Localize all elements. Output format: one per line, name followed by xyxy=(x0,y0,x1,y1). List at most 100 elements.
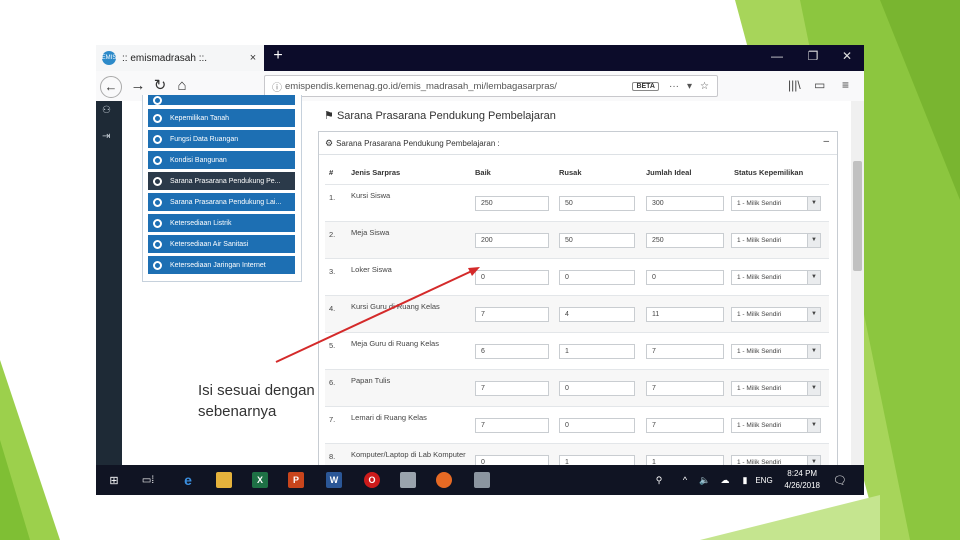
baik-input[interactable]: 250 xyxy=(475,196,549,211)
opera-icon[interactable]: O xyxy=(364,472,380,488)
powerpoint-icon[interactable]: P xyxy=(288,472,304,488)
windows-start-icon[interactable]: ⊞ xyxy=(104,471,124,489)
column-header: # xyxy=(329,167,334,177)
annotation-line-2: sebenarnya xyxy=(198,403,277,420)
jumlah-ideal-input[interactable]: 7 xyxy=(646,418,724,433)
baik-input[interactable]: 6 xyxy=(475,344,549,359)
jenis-sarpras: Meja Guru di Ruang Kelas xyxy=(351,339,439,348)
status-kepemilikan-select[interactable]: 1 - Milik Sendiri ▼ xyxy=(731,270,821,285)
app-left-strip: ⚇ ⇥ xyxy=(96,101,122,465)
status-kepemilikan-select[interactable]: 1 - Milik Sendiri ▼ xyxy=(731,307,821,322)
page-scrollbar[interactable] xyxy=(851,101,864,465)
rusak-input[interactable]: 0 xyxy=(559,381,635,396)
rusak-input[interactable]: 4 xyxy=(559,307,635,322)
browser-window: EMIS :: emismadrasah ::. × + — ❐ ✕ ← → ↻… xyxy=(96,45,864,495)
more-icon[interactable]: ··· xyxy=(669,81,679,92)
network-icon[interactable]: ☁ xyxy=(718,471,732,489)
jumlah-ideal-input[interactable]: 0 xyxy=(646,270,724,285)
sidebar-item-kondisi-bangunan[interactable]: Kondisi Bangunan xyxy=(148,151,295,169)
minimize-button[interactable]: — xyxy=(762,49,792,63)
sidebar-item-top[interactable] xyxy=(148,95,295,105)
sidebar-item-kepemilikan-tanah[interactable]: Kepemilikan Tanah xyxy=(148,109,295,127)
tray-chevron-icon[interactable]: ^ xyxy=(678,471,692,489)
pocket-icon[interactable]: ▾ xyxy=(687,81,692,92)
bookmark-star-icon[interactable]: ☆ xyxy=(700,81,709,92)
excel-icon[interactable]: X xyxy=(252,472,268,488)
beta-badge: BETA xyxy=(632,81,659,91)
firefox-icon[interactable] xyxy=(436,472,452,488)
close-window-button[interactable]: ✕ xyxy=(832,49,862,63)
rusak-input[interactable]: 50 xyxy=(559,196,635,211)
sidebar-item-label: Sarana Prasarana Pendukung Lai... xyxy=(170,198,282,206)
chevron-down-icon[interactable]: ▼ xyxy=(807,382,820,395)
chevron-down-icon[interactable]: ▼ xyxy=(807,271,820,284)
home-icon[interactable]: ⌂ xyxy=(172,76,192,96)
app-icon[interactable] xyxy=(474,472,490,488)
taskbar-clock[interactable]: 8:24 PM 4/26/2018 xyxy=(784,468,820,492)
baik-input[interactable]: 7 xyxy=(475,418,549,433)
scrollbar-thumb[interactable] xyxy=(853,161,862,271)
edge-icon[interactable]: e xyxy=(180,472,196,488)
chevron-down-icon[interactable]: ▼ xyxy=(807,345,820,358)
sidebar-item-jaringan-internet[interactable]: Ketersediaan Jaringan Internet xyxy=(148,256,295,274)
word-icon[interactable]: W xyxy=(326,472,342,488)
panel-header: ⚙ Sarana Prasarana Pendukung Pembelajara… xyxy=(319,132,837,155)
jumlah-ideal-input[interactable]: 250 xyxy=(646,233,724,248)
cogs-icon: ⚙ xyxy=(325,137,334,148)
menu-icon[interactable]: ≡ xyxy=(842,78,849,92)
back-icon[interactable]: ← xyxy=(100,76,122,98)
jumlah-ideal-input[interactable]: 7 xyxy=(646,381,724,396)
status-kepemilikan-select[interactable]: 1 - Milik Sendiri ▼ xyxy=(731,344,821,359)
table-row: 3. Loker Siswa 0 0 0 1 - Milik Sendiri ▼ xyxy=(325,258,829,296)
volume-icon[interactable]: 🔈 xyxy=(698,471,712,489)
sidebar-item-air-sanitasi[interactable]: Ketersediaan Air Sanitasi xyxy=(148,235,295,253)
chevron-down-icon[interactable]: ▼ xyxy=(807,197,820,210)
browser-tab[interactable]: EMIS :: emismadrasah ::. × xyxy=(96,45,264,71)
maximize-button[interactable]: ❐ xyxy=(798,49,828,63)
sidebar-item-fungsi-data-ruangan[interactable]: Fungsi Data Ruangan xyxy=(148,130,295,148)
jumlah-ideal-input[interactable]: 11 xyxy=(646,307,724,322)
users-icon[interactable]: ⚇ xyxy=(102,105,111,116)
sidebar-item-sarpras-lainnya[interactable]: Sarana Prasarana Pendukung Lai... xyxy=(148,193,295,211)
sarpras-panel: ⚙ Sarana Prasarana Pendukung Pembelajara… xyxy=(318,131,838,481)
chevron-down-icon[interactable]: ▼ xyxy=(807,308,820,321)
chevron-down-icon[interactable]: ▼ xyxy=(807,419,820,432)
sidebar-toggle-icon[interactable]: ▭ xyxy=(814,78,825,92)
sidebar-item-ketersediaan-listrik[interactable]: Ketersediaan Listrik xyxy=(148,214,295,232)
notification-icon[interactable]: 🗨 xyxy=(832,471,848,489)
info-icon[interactable]: ⓘ xyxy=(269,79,285,94)
chevron-down-icon[interactable]: ▼ xyxy=(807,234,820,247)
printer-app-icon[interactable] xyxy=(400,472,416,488)
rusak-input[interactable]: 50 xyxy=(559,233,635,248)
people-icon[interactable]: ⚲ xyxy=(652,471,666,489)
circle-icon xyxy=(153,134,162,144)
status-kepemilikan-select[interactable]: 1 - Milik Sendiri ▼ xyxy=(731,418,821,433)
rusak-input[interactable]: 0 xyxy=(559,270,635,285)
reload-icon[interactable]: ↻ xyxy=(150,76,170,96)
status-kepemilikan-select[interactable]: 1 - Milik Sendiri ▼ xyxy=(731,196,821,211)
baik-input[interactable]: 0 xyxy=(475,270,549,285)
jumlah-ideal-input[interactable]: 7 xyxy=(646,344,724,359)
close-tab-icon[interactable]: × xyxy=(246,52,260,64)
address-bar[interactable]: ⓘ emispendis.kemenag.go.id/emis_madrasah… xyxy=(264,75,718,97)
baik-input[interactable]: 7 xyxy=(475,307,549,322)
forward-icon[interactable]: → xyxy=(128,76,148,96)
library-icon[interactable]: |||\ xyxy=(788,78,801,92)
battery-icon[interactable]: ▮ xyxy=(738,471,752,489)
language-indicator[interactable]: ENG xyxy=(752,471,776,489)
logout-icon[interactable]: ⇥ xyxy=(102,131,110,142)
sidebar-item-sarpras-pembelajaran[interactable]: Sarana Prasarana Pendukung Pe... xyxy=(148,172,295,190)
sidebar-item-label: Fungsi Data Ruangan xyxy=(170,135,239,143)
baik-input[interactable]: 7 xyxy=(475,381,549,396)
status-kepemilikan-select[interactable]: 1 - Milik Sendiri ▼ xyxy=(731,233,821,248)
rusak-input[interactable]: 1 xyxy=(559,344,635,359)
task-view-icon[interactable]: ▭⁞ xyxy=(138,471,158,489)
select-value: 1 - Milik Sendiri xyxy=(737,385,782,392)
file-explorer-icon[interactable] xyxy=(216,472,232,488)
rusak-input[interactable]: 0 xyxy=(559,418,635,433)
new-tab-button[interactable]: + xyxy=(268,47,288,65)
jumlah-ideal-input[interactable]: 300 xyxy=(646,196,724,211)
collapse-panel-button[interactable]: – xyxy=(823,136,829,147)
status-kepemilikan-select[interactable]: 1 - Milik Sendiri ▼ xyxy=(731,381,821,396)
baik-input[interactable]: 200 xyxy=(475,233,549,248)
